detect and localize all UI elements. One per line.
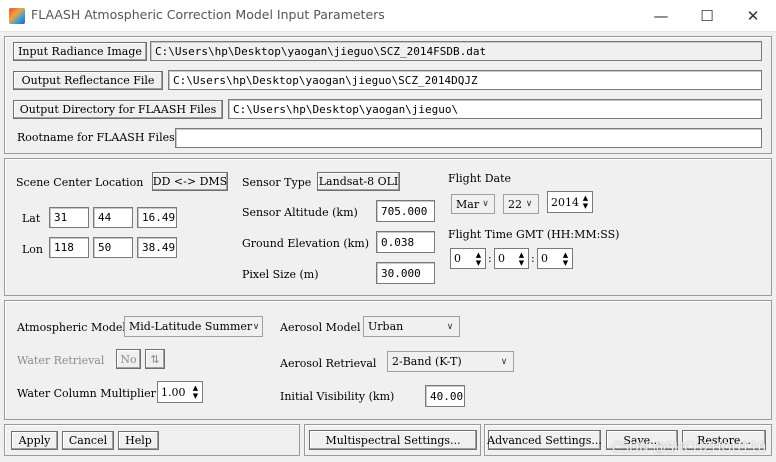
dd-dms-toggle-button[interactable]: DD <-> DMS [152,172,228,191]
aerosol-retrieval-select[interactable]: 2-Band (K-T) ∨ [387,351,514,372]
water-retrieval-button[interactable]: No [116,349,141,369]
sensor-type-label: Sensor Type [242,176,312,189]
rootname-field[interactable] [175,128,762,148]
title-bar: FLAASH Atmospheric Correction Model Inpu… [0,0,776,32]
app-icon [9,8,25,24]
flight-time-label: Flight Time GMT (HH:MM:SS) [448,228,620,241]
spin-arrows-icon[interactable]: ▲ ▼ [516,249,527,268]
output-directory-field[interactable]: C:\Users\hp\Desktop\yaogan\jieguo\ [228,99,762,119]
advanced-settings-button[interactable]: Advanced Settings... [487,430,602,450]
initial-visibility-input[interactable]: 40.00 [425,385,465,407]
flight-day-value: 22 [508,197,522,211]
time-separator: : [488,252,492,265]
ground-elevation-input[interactable]: 0.038 [376,231,435,253]
time-separator: : [531,252,535,265]
sensor-type-button[interactable]: Landsat-8 OLI [317,172,400,191]
watermark: CSDN @SHCHZHOU110 [611,441,766,456]
lon-degrees-input[interactable]: 118 [49,237,89,258]
sensor-altitude-input[interactable]: 705.000 [376,200,435,222]
lat-minutes-input[interactable]: 44 [93,207,133,228]
flight-minute-spinner[interactable]: 0 ▲ ▼ [494,248,529,269]
water-retrieval-label: Water Retrieval [17,354,105,367]
chevron-down-icon: ∨ [500,356,508,367]
output-directory-button[interactable]: Output Directory for FLAASH Files [13,100,223,119]
spin-arrows-icon[interactable]: ▲ ▼ [190,382,201,402]
aerosol-retrieval-label: Aerosol Retrieval [280,357,377,370]
rootname-label: Rootname for FLAASH Files [17,131,175,144]
aerosol-model-select[interactable]: Urban ∨ [363,316,460,337]
cancel-button[interactable]: Cancel [62,431,114,450]
flight-day-select[interactable]: 22 ∨ [503,194,539,214]
close-icon[interactable]: ✕ [730,0,776,32]
water-column-multiplier-value: 1.00 [161,385,186,399]
ground-elevation-label: Ground Elevation (km) [242,237,370,250]
lat-degrees-input[interactable]: 31 [49,207,89,228]
pixel-size-input[interactable]: 30.000 [376,262,435,284]
input-radiance-field[interactable]: C:\Users\hp\Desktop\yaogan\jieguo\SCZ_20… [150,41,762,61]
lon-label: Lon [22,243,44,256]
water-column-multiplier-label: Water Column Multiplier [17,387,156,400]
spin-arrows-icon[interactable]: ▲ ▼ [560,249,571,268]
maximize-icon[interactable]: ☐ [684,0,730,32]
flight-second-value: 0 [541,252,548,265]
window-title: FLAASH Atmospheric Correction Model Inpu… [31,7,385,22]
apply-button[interactable]: Apply [11,431,58,450]
lon-seconds-input[interactable]: 38.49 [137,237,177,258]
aerosol-model-value: Urban [368,320,404,333]
chevron-down-icon: ∨ [482,199,489,209]
output-reflectance-button[interactable]: Output Reflectance File [13,71,163,90]
minimize-icon[interactable]: — [638,0,684,32]
scene-center-label: Scene Center Location [16,176,144,189]
chevron-down-icon: ∨ [252,321,260,332]
toggle-arrows-icon[interactable]: ⇅ [145,349,165,369]
chevron-down-icon: ∨ [446,321,454,332]
flight-month-select[interactable]: Mar ∨ [451,194,495,214]
aerosol-model-label: Aerosol Model [280,321,361,334]
flight-year-spinner[interactable]: 2014 ▲ ▼ [547,191,593,213]
multispectral-settings-button[interactable]: Multispectral Settings... [309,430,477,450]
lat-label: Lat [22,212,41,225]
sensor-altitude-label: Sensor Altitude (km) [242,206,358,219]
spin-arrows-icon[interactable]: ▲ ▼ [473,249,484,268]
flight-second-spinner[interactable]: 0 ▲ ▼ [537,248,573,269]
aerosol-retrieval-value: 2-Band (K-T) [392,355,462,368]
lon-minutes-input[interactable]: 50 [93,237,133,258]
input-radiance-button[interactable]: Input Radiance Image [13,42,147,61]
lat-seconds-input[interactable]: 16.49 [137,207,177,228]
atmospheric-model-select[interactable]: Mid-Latitude Summer ∨ [124,316,263,337]
water-column-multiplier-spinner[interactable]: 1.00 ▲ ▼ [157,381,203,403]
output-reflectance-field[interactable]: C:\Users\hp\Desktop\yaogan\jieguo\SCZ_20… [168,70,762,90]
pixel-size-label: Pixel Size (m) [242,268,319,281]
spin-arrows-icon[interactable]: ▲ ▼ [580,192,591,212]
initial-visibility-label: Initial Visibility (km) [280,390,395,403]
atmospheric-model-label: Atmospheric Model [17,321,126,334]
flight-month-value: Mar [456,197,480,211]
chevron-down-icon: ∨ [525,199,533,209]
flight-hour-value: 0 [454,252,461,265]
help-button[interactable]: Help [118,431,159,450]
flight-date-label: Flight Date [448,172,512,185]
atmospheric-model-value: Mid-Latitude Summer [129,320,253,333]
flight-minute-value: 0 [498,252,505,265]
flight-hour-spinner[interactable]: 0 ▲ ▼ [450,248,486,269]
flight-year-value: 2014 [551,195,579,209]
